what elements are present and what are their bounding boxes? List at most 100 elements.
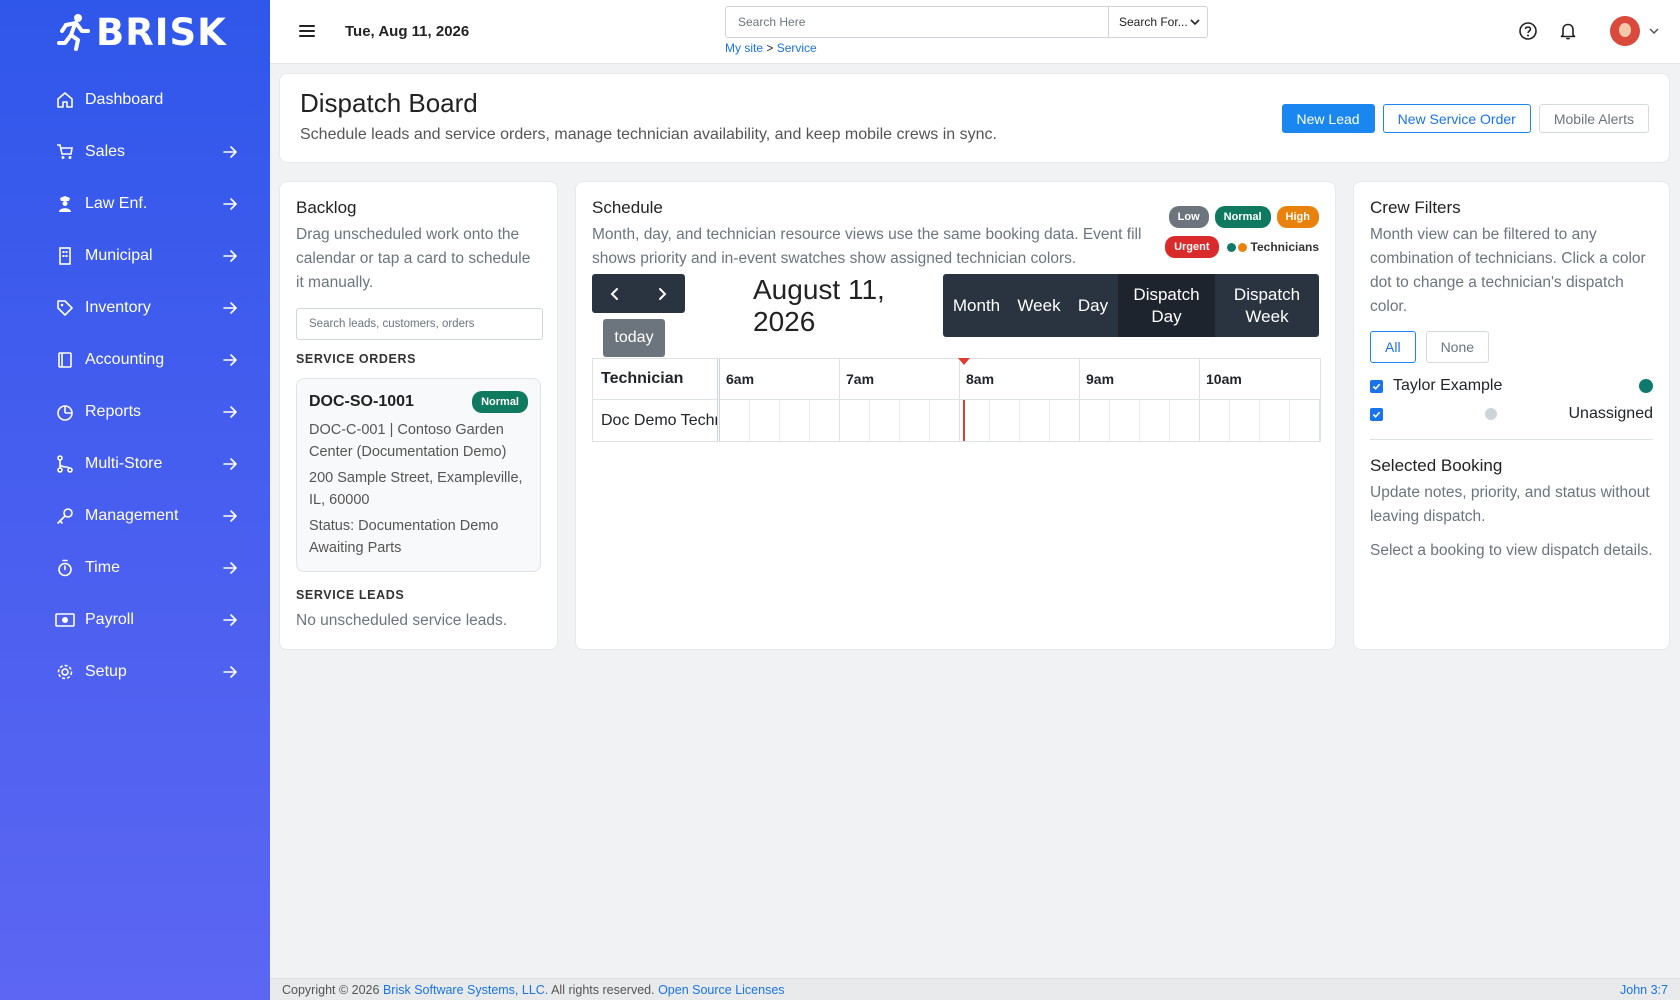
sidebar-item-label: Law Enf. [85, 195, 148, 212]
sidebar-item-municipal[interactable]: Municipal [0, 230, 270, 282]
home-icon [55, 90, 75, 110]
time-slot[interactable] [900, 400, 930, 441]
technician-column-header: Technician [593, 359, 720, 399]
crew-filters-description: Month view can be filtered to any combin… [1370, 226, 1646, 315]
hour-label: 8am [960, 359, 1080, 399]
view-day-button[interactable]: Day [1068, 274, 1118, 337]
technician-color-dot[interactable] [1639, 379, 1653, 393]
time-slot[interactable] [1260, 400, 1290, 441]
company-link[interactable]: Brisk Software Systems, LLC. [383, 983, 548, 997]
sidebar-item-time[interactable]: Time [0, 542, 270, 594]
mobile-alerts-button[interactable]: Mobile Alerts [1538, 104, 1649, 133]
legend-high-badge: High [1276, 206, 1319, 228]
breadcrumb-current[interactable]: Service [777, 41, 817, 55]
technician-filter-row: Taylor Example [1370, 377, 1653, 395]
global-search: Search For... [725, 6, 1208, 38]
hour-label: 6am [720, 359, 840, 399]
breadcrumb-root[interactable]: My site [725, 41, 763, 55]
sidebar-item-payroll[interactable]: Payroll [0, 594, 270, 646]
view-week-button[interactable]: Week [1010, 274, 1068, 337]
licenses-link[interactable]: Open Source Licenses [658, 983, 784, 997]
view-dispatch-day-button[interactable]: Dispatch Day [1118, 274, 1215, 337]
time-slot[interactable] [870, 400, 900, 441]
time-slot[interactable] [1230, 400, 1260, 441]
view-switcher: Month Week Day Dispatch Day Dispatch Wee… [943, 274, 1319, 337]
sidebar-item-label: Inventory [85, 299, 151, 316]
selected-booking-description: Update notes, priority, and status witho… [1370, 484, 1650, 525]
search-input[interactable] [725, 6, 1109, 38]
user-menu[interactable] [1610, 16, 1660, 46]
prev-button[interactable] [592, 274, 639, 313]
next-button[interactable] [639, 274, 686, 313]
service-order-customer: DOC-C-001 | Contoso Garden Center (Docum… [309, 422, 507, 460]
backlog-title: Backlog [296, 198, 357, 217]
time-slot[interactable] [990, 400, 1020, 441]
key-icon [55, 506, 75, 526]
sidebar-nav: Dashboard Sales Law Enf. Municipal Inven… [0, 74, 270, 698]
legend-normal-badge: Normal [1214, 206, 1271, 228]
sidebar-item-label: Management [85, 507, 179, 524]
technician-filter-row: Unassigned [1370, 405, 1653, 423]
technician-row: Doc Demo Technician [593, 400, 1320, 441]
arrow-right-icon [223, 666, 237, 678]
technician-color-dot[interactable] [1485, 408, 1497, 420]
sidebar-item-multi-store[interactable]: Multi-Store [0, 438, 270, 490]
time-slot[interactable] [1140, 400, 1170, 441]
view-dispatch-week-button[interactable]: Dispatch Week [1215, 274, 1319, 337]
select-all-button[interactable]: All [1370, 331, 1416, 363]
crew-filters-title: Crew Filters [1370, 198, 1461, 217]
technician-swatch [1237, 242, 1247, 252]
avatar[interactable] [1610, 16, 1640, 46]
hour-label: 7am [840, 359, 960, 399]
sidebar-item-accounting[interactable]: Accounting [0, 334, 270, 386]
arrow-right-icon [223, 406, 237, 418]
time-slot[interactable] [720, 400, 750, 441]
schedule-description: Month, day, and technician resource view… [592, 226, 1142, 267]
sidebar-item-reports[interactable]: Reports [0, 386, 270, 438]
time-slot[interactable] [780, 400, 810, 441]
view-month-button[interactable]: Month [943, 274, 1010, 337]
sidebar-item-inventory[interactable]: Inventory [0, 282, 270, 334]
hour-label: 9am [1080, 359, 1200, 399]
menu-icon[interactable] [298, 22, 316, 40]
runner-icon [57, 14, 90, 51]
sidebar-item-setup[interactable]: Setup [0, 646, 270, 698]
time-slot[interactable] [1080, 400, 1110, 441]
time-slot[interactable] [840, 400, 870, 441]
search-scope-select[interactable]: Search For... [1108, 6, 1208, 38]
time-slot[interactable] [930, 400, 960, 441]
page-header: Dispatch Board Schedule leads and servic… [279, 73, 1670, 163]
service-order-card[interactable]: DOC-SO-1001 Normal DOC-C-001 | Contoso G… [296, 378, 541, 572]
time-slot[interactable] [1110, 400, 1140, 441]
verse-link[interactable]: John 3:7 [1620, 983, 1668, 997]
backlog-search-input[interactable] [296, 308, 543, 340]
time-slot[interactable] [1170, 400, 1200, 441]
today-button[interactable]: today [603, 319, 665, 357]
rights-text: All rights reserved. [551, 982, 655, 997]
bell-icon[interactable] [1558, 21, 1578, 41]
time-slot[interactable] [1020, 400, 1050, 441]
help-icon[interactable] [1518, 21, 1538, 41]
time-slot[interactable] [750, 400, 780, 441]
new-service-order-button[interactable]: New Service Order [1382, 104, 1531, 133]
service-order-status: Status: Documentation Demo Awaiting Part… [309, 518, 499, 556]
time-slots[interactable] [720, 400, 1320, 441]
technician-checkbox[interactable] [1370, 379, 1383, 393]
now-indicator-line [963, 400, 965, 441]
brand-logo[interactable]: BRISK [0, 0, 270, 64]
time-slot[interactable] [1200, 400, 1230, 441]
time-slot[interactable] [1050, 400, 1080, 441]
sidebar-item-management[interactable]: Management [0, 490, 270, 542]
time-slot[interactable] [1290, 400, 1320, 441]
sidebar-item-dashboard[interactable]: Dashboard [0, 74, 270, 126]
sidebar-item-sales[interactable]: Sales [0, 126, 270, 178]
sidebar-item-law-enf[interactable]: Law Enf. [0, 178, 270, 230]
sidebar-item-label: Setup [85, 663, 127, 680]
dispatch-timeline: Technician 6am 7am 8am 9am 10am Doc Demo… [592, 358, 1321, 442]
technician-checkbox[interactable] [1370, 407, 1383, 421]
arrow-right-icon [223, 510, 237, 522]
new-lead-button[interactable]: New Lead [1281, 104, 1375, 133]
time-slot[interactable] [810, 400, 840, 441]
footer: Copyright © 2026 Brisk Software Systems,… [270, 978, 1680, 1000]
select-none-button[interactable]: None [1425, 331, 1490, 363]
